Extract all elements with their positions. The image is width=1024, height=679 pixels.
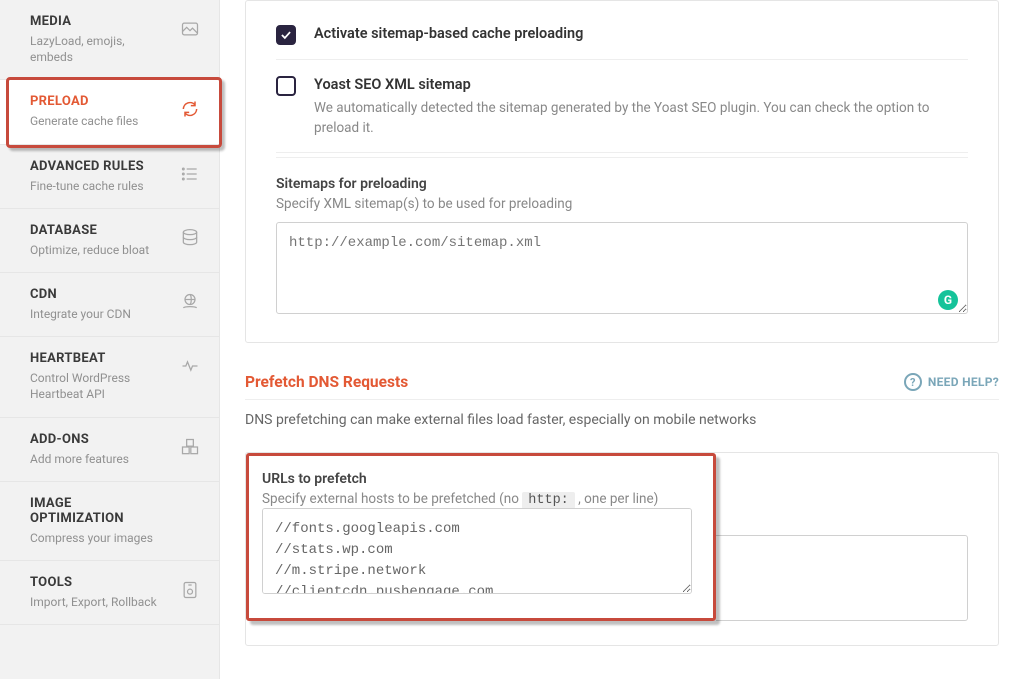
sitemaps-textarea[interactable] — [276, 222, 968, 314]
section-intro-text: DNS prefetching can make external files … — [245, 412, 999, 428]
blank-icon — [179, 500, 201, 522]
sidebar-item-preload[interactable]: PRELOAD Generate cache files — [0, 80, 219, 144]
prefetch-dns-section: Prefetch DNS Requests ? NEED HELP? DNS p… — [245, 373, 999, 679]
grammarly-icon[interactable]: G — [938, 290, 958, 310]
settings-sidebar: MEDIA LazyLoad, emojis, embeds PRELOAD G… — [0, 0, 220, 679]
option-label: Activate sitemap-based cache preloading — [314, 25, 583, 42]
sidebar-item-advanced-rules[interactable]: ADVANCED RULES Fine-tune cache rules — [0, 145, 219, 209]
http-code-chip: http: — [522, 492, 575, 509]
help-icon: ? — [904, 373, 922, 391]
globe-icon — [179, 291, 201, 313]
need-help-label: NEED HELP? — [928, 375, 999, 389]
sidebar-item-desc: Import, Export, Rollback — [30, 594, 169, 610]
option-description: We automatically detected the sitemap ge… — [314, 99, 968, 138]
sidebar-item-title: ADD-ONS — [30, 432, 169, 447]
sidebar-item-title: CDN — [30, 287, 169, 302]
field-label: URLs to prefetch — [262, 471, 700, 487]
sidebar-item-title: HEARTBEAT — [30, 351, 169, 366]
refresh-icon — [179, 98, 201, 120]
sidebar-item-desc: Add more features — [30, 451, 169, 467]
sidebar-item-title: IMAGE OPTIMIZATION — [30, 496, 169, 526]
sidebar-item-cdn[interactable]: CDN Integrate your CDN — [0, 273, 219, 337]
sidebar-item-heartbeat[interactable]: HEARTBEAT Control WordPress Heartbeat AP… — [0, 337, 219, 417]
checkbox-activate-sitemap[interactable] — [276, 25, 296, 45]
sidebar-item-title: DATABASE — [30, 223, 169, 238]
main-content: Activate sitemap-based cache preloading … — [220, 0, 1024, 679]
option-label: Yoast SEO XML sitemap — [314, 76, 968, 93]
sidebar-item-desc: LazyLoad, emojis, embeds — [30, 33, 169, 65]
sidebar-item-title: MEDIA — [30, 14, 169, 29]
field-help: Specify external hosts to be prefetched … — [262, 491, 700, 508]
option-activate-sitemap-preloading: Activate sitemap-based cache preloading — [276, 9, 968, 60]
image-icon — [179, 18, 201, 40]
sidebar-item-media[interactable]: MEDIA LazyLoad, emojis, embeds — [0, 0, 219, 80]
heartbeat-icon — [179, 355, 201, 377]
prefetch-card: URLs to prefetch Specify external hosts … — [245, 452, 999, 646]
sidebar-item-desc: Compress your images — [30, 530, 169, 546]
sidebar-item-desc: Control WordPress Heartbeat API — [30, 370, 169, 402]
checkbox-yoast-sitemap[interactable] — [276, 76, 296, 96]
sidebar-item-desc: Integrate your CDN — [30, 306, 169, 322]
field-label: Sitemaps for preloading — [276, 176, 968, 192]
need-help-link[interactable]: ? NEED HELP? — [904, 373, 999, 391]
sidebar-item-desc: Fine-tune cache rules — [30, 178, 169, 194]
sidebar-item-database[interactable]: DATABASE Optimize, reduce bloat — [0, 209, 219, 273]
option-yoast-seo-sitemap: Yoast SEO XML sitemap We automatically d… — [276, 60, 968, 153]
sidebar-item-desc: Optimize, reduce bloat — [30, 242, 169, 258]
sidebar-item-desc: Generate cache files — [30, 113, 169, 129]
sidebar-item-title: PRELOAD — [30, 94, 169, 109]
list-icon — [179, 163, 201, 185]
section-heading: Prefetch DNS Requests — [245, 373, 408, 391]
preload-settings-card: Activate sitemap-based cache preloading … — [245, 0, 999, 343]
prefetch-urls-textarea[interactable] — [262, 508, 692, 594]
sidebar-item-title: ADVANCED RULES — [30, 159, 169, 174]
field-help: Specify XML sitemap(s) to be used for pr… — [276, 196, 968, 212]
addons-icon — [179, 436, 201, 458]
database-icon — [179, 227, 201, 249]
tools-icon — [179, 579, 201, 601]
sidebar-item-tools[interactable]: TOOLS Import, Export, Rollback — [0, 561, 219, 625]
sidebar-item-addons[interactable]: ADD-ONS Add more features — [0, 418, 219, 482]
sidebar-item-title: TOOLS — [30, 575, 169, 590]
sidebar-item-image-optimization[interactable]: IMAGE OPTIMIZATION Compress your images — [0, 482, 219, 561]
sitemaps-for-preloading-field: Sitemaps for preloading Specify XML site… — [276, 176, 968, 318]
